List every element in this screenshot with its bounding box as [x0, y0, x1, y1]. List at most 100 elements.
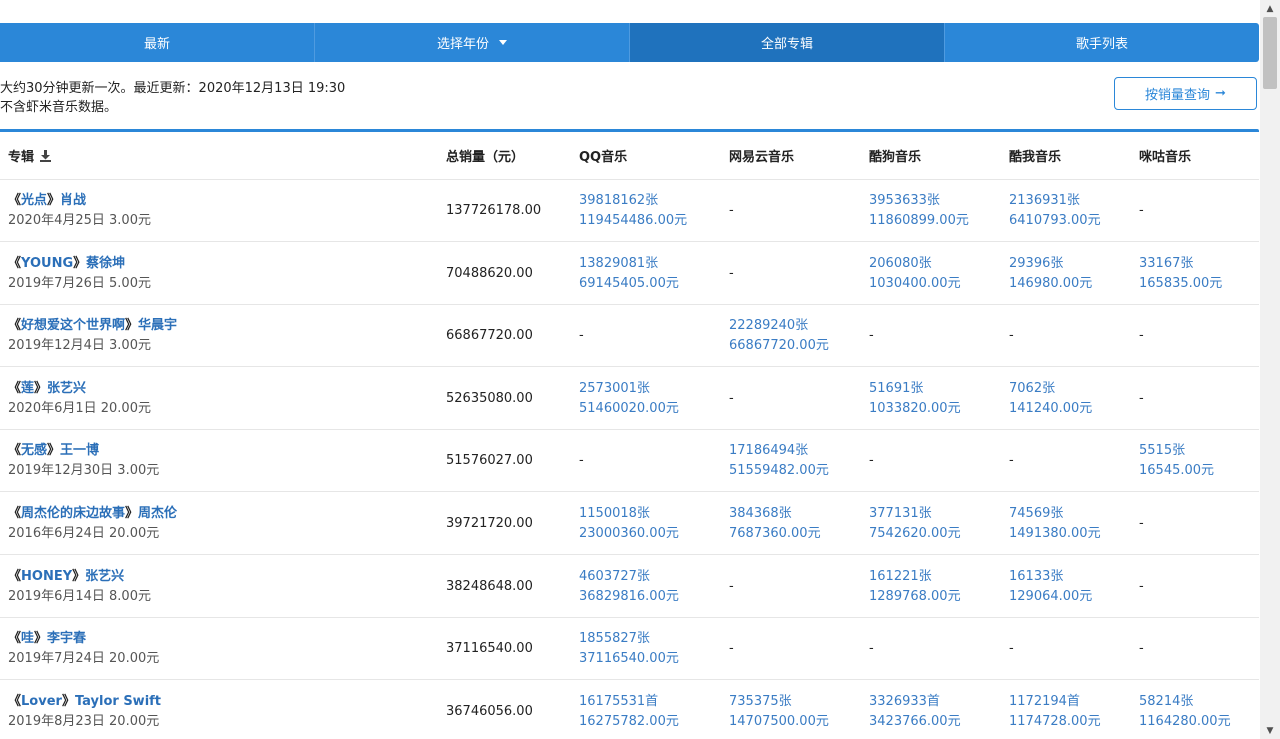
- page: 最新 选择年份 全部专辑 歌手列表 大约30分钟更新一次。最近更新：2020年1…: [0, 0, 1260, 739]
- netease-value[interactable]: 735375张: [729, 692, 859, 712]
- kuwo-value[interactable]: 16133张: [1009, 567, 1139, 587]
- artist-link[interactable]: 张艺兴: [85, 569, 124, 584]
- artist-link[interactable]: 李宇春: [47, 631, 86, 646]
- qq-value[interactable]: 69145405.00元: [579, 274, 709, 294]
- qq-value[interactable]: 51460020.00元: [579, 399, 709, 419]
- netease-value[interactable]: 51559482.00元: [729, 461, 859, 481]
- kugou-value[interactable]: 3326933首: [869, 692, 999, 712]
- tab-artist-list[interactable]: 歌手列表: [945, 23, 1259, 62]
- qq-value[interactable]: 36829816.00元: [579, 587, 709, 607]
- qq-value[interactable]: 16275782.00元: [579, 712, 709, 732]
- kugou-value[interactable]: 51691张: [869, 379, 999, 399]
- netease-value[interactable]: 22289240张: [729, 316, 859, 336]
- artist-link[interactable]: 肖战: [60, 193, 86, 208]
- album-link[interactable]: 哇: [21, 631, 34, 646]
- netease-value[interactable]: 7687360.00元: [729, 524, 859, 544]
- album-link[interactable]: 周杰伦的床边故事: [21, 506, 125, 521]
- netease-value[interactable]: 384368张: [729, 504, 859, 524]
- album-link[interactable]: Lover: [21, 694, 62, 709]
- kuwo-value[interactable]: 7062张: [1009, 379, 1139, 399]
- qq-value[interactable]: 4603727张: [579, 567, 709, 587]
- kugou-value[interactable]: 1289768.00元: [869, 587, 999, 607]
- tab-latest[interactable]: 最新: [0, 23, 315, 62]
- header-netease: 网易云音乐: [729, 150, 795, 165]
- qq-value[interactable]: 16175531首: [579, 692, 709, 712]
- kuwo-value[interactable]: 141240.00元: [1009, 399, 1139, 419]
- download-icon[interactable]: [39, 149, 52, 162]
- migu-value: -: [1139, 641, 1144, 657]
- qq-cell: 1150018张 23000360.00元: [579, 493, 709, 555]
- kuwo-cell: -: [1009, 305, 1139, 367]
- kugou-value[interactable]: 11860899.00元: [869, 211, 999, 231]
- album-link[interactable]: HONEY: [21, 569, 72, 584]
- netease-value[interactable]: 14707500.00元: [729, 712, 859, 732]
- netease-value: -: [729, 641, 734, 657]
- migu-cell: -: [1139, 493, 1260, 555]
- qq-value[interactable]: 1150018张: [579, 504, 709, 524]
- migu-value[interactable]: 165835.00元: [1139, 274, 1260, 294]
- artist-link[interactable]: 王一博: [60, 443, 99, 458]
- kugou-value[interactable]: 161221张: [869, 567, 999, 587]
- tab-select-year[interactable]: 选择年份: [315, 23, 630, 62]
- kuwo-cell: 2136931张 6410793.00元: [1009, 180, 1139, 242]
- scrollbar[interactable]: ▲ ▼: [1260, 0, 1280, 739]
- update-info-line: 大约30分钟更新一次。最近更新：2020年12月13日 19:30: [0, 81, 346, 96]
- qq-value[interactable]: 2573001张: [579, 379, 709, 399]
- total-sales-cell: 39721720.00: [446, 516, 533, 531]
- kuwo-value[interactable]: 2136931张: [1009, 191, 1139, 211]
- scroll-up-arrow-icon[interactable]: ▲: [1260, 0, 1280, 17]
- kugou-cell: 51691张 1033820.00元: [869, 368, 999, 430]
- kuwo-value[interactable]: 146980.00元: [1009, 274, 1139, 294]
- migu-value[interactable]: 1164280.00元: [1139, 712, 1260, 732]
- kugou-value[interactable]: 7542620.00元: [869, 524, 999, 544]
- kugou-value[interactable]: 3953633张: [869, 191, 999, 211]
- artist-link[interactable]: Taylor Swift: [75, 694, 161, 709]
- qq-value[interactable]: 23000360.00元: [579, 524, 709, 544]
- qq-value[interactable]: 37116540.00元: [579, 649, 709, 669]
- header-album: 专辑: [8, 132, 52, 179]
- sort-by-sales-button[interactable]: 按销量查询 ➞: [1114, 77, 1257, 110]
- artist-link[interactable]: 蔡徐坤: [86, 256, 125, 271]
- album-link[interactable]: 光点: [21, 193, 47, 208]
- table-header: 专辑 总销量（元） QQ音乐 网易云音乐 酷狗音乐 酷我音乐 咪咕音乐: [0, 132, 1259, 180]
- migu-value[interactable]: 33167张: [1139, 254, 1260, 274]
- kuwo-value[interactable]: 29396张: [1009, 254, 1139, 274]
- total-sales-cell: 66867720.00: [446, 328, 533, 344]
- kuwo-value[interactable]: 6410793.00元: [1009, 211, 1139, 231]
- migu-cell: 33167张 165835.00元: [1139, 243, 1260, 305]
- migu-cell: 5515张 16545.00元: [1139, 430, 1260, 492]
- kugou-value[interactable]: 377131张: [869, 504, 999, 524]
- artist-link[interactable]: 华晨宇: [138, 318, 177, 333]
- album-link[interactable]: 好想爱这个世界啊: [21, 318, 125, 333]
- kuwo-value[interactable]: 74569张: [1009, 504, 1139, 524]
- nav-tabs: 最新 选择年份 全部专辑 歌手列表: [0, 23, 1259, 62]
- tab-all-albums[interactable]: 全部专辑: [630, 23, 945, 62]
- qq-value[interactable]: 1855827张: [579, 629, 709, 649]
- artist-link[interactable]: 张艺兴: [47, 381, 86, 396]
- album-title-line: 《YOUNG》蔡徐坤: [8, 255, 126, 271]
- netease-value[interactable]: 17186494张: [729, 441, 859, 461]
- qq-value: -: [579, 453, 584, 469]
- album-link[interactable]: YOUNG: [21, 256, 73, 271]
- kugou-value[interactable]: 3423766.00元: [869, 712, 999, 732]
- migu-value[interactable]: 58214张: [1139, 692, 1260, 712]
- migu-value[interactable]: 16545.00元: [1139, 461, 1260, 481]
- kuwo-value[interactable]: 1174728.00元: [1009, 712, 1139, 732]
- scrollbar-thumb[interactable]: [1263, 17, 1277, 89]
- scroll-down-arrow-icon[interactable]: ▼: [1260, 722, 1280, 739]
- netease-cell: 17186494张 51559482.00元: [729, 430, 859, 492]
- kugou-value[interactable]: 1030400.00元: [869, 274, 999, 294]
- netease-value[interactable]: 66867720.00元: [729, 336, 859, 356]
- artist-link[interactable]: 周杰伦: [138, 506, 177, 521]
- qq-value[interactable]: 13829081张: [579, 254, 709, 274]
- migu-value[interactable]: 5515张: [1139, 441, 1260, 461]
- kuwo-value[interactable]: 1172194首: [1009, 692, 1139, 712]
- album-link[interactable]: 无感: [21, 443, 47, 458]
- kugou-value[interactable]: 1033820.00元: [869, 399, 999, 419]
- kugou-value[interactable]: 206080张: [869, 254, 999, 274]
- qq-value[interactable]: 39818162张: [579, 191, 709, 211]
- kuwo-value[interactable]: 129064.00元: [1009, 587, 1139, 607]
- qq-value[interactable]: 119454486.00元: [579, 211, 709, 231]
- album-link[interactable]: 莲: [21, 381, 34, 396]
- kuwo-value[interactable]: 1491380.00元: [1009, 524, 1139, 544]
